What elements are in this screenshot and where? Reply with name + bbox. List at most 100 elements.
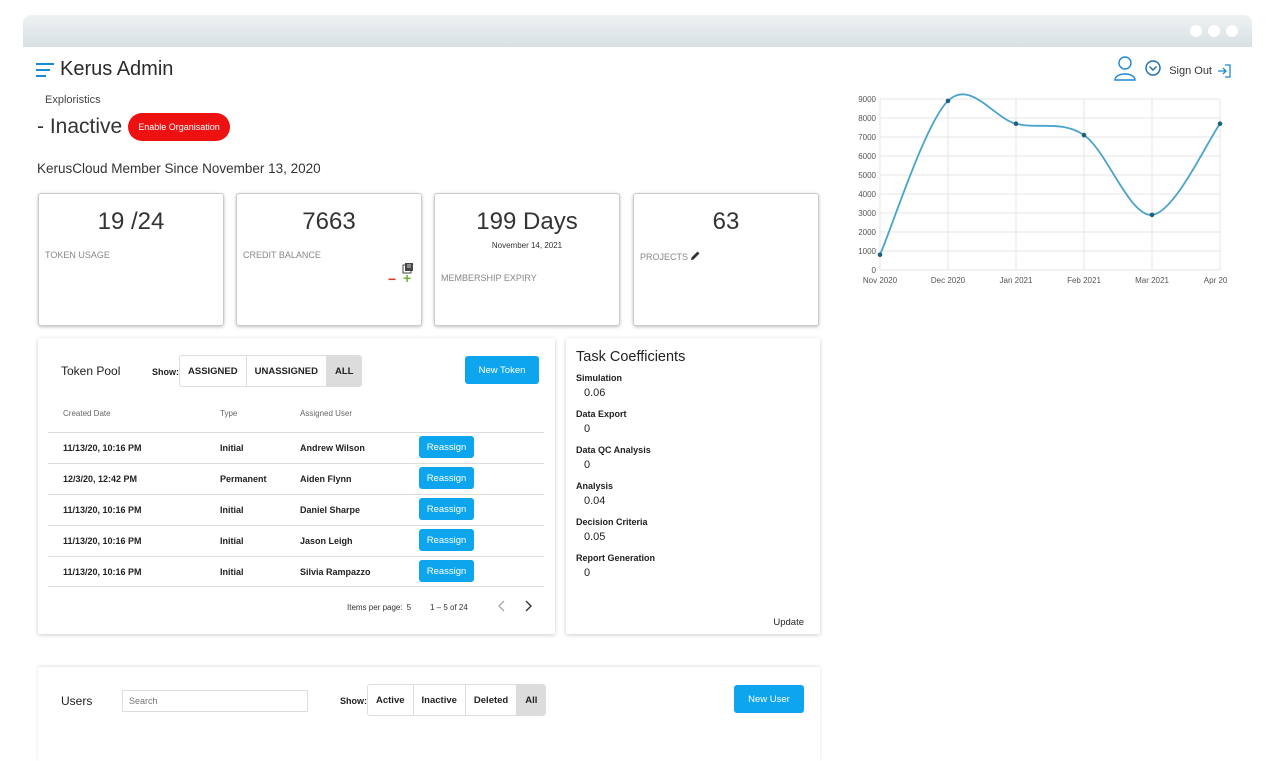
membership-date: November 14, 2021 — [491, 241, 563, 250]
users-title: Users — [61, 694, 93, 708]
table-row: 11/13/20, 10:16 PM Initial Silvia Rampaz… — [48, 556, 544, 587]
coef-name: Simulation — [576, 373, 623, 383]
coef-name: Report Generation — [576, 553, 656, 563]
membership-expiry-label: MEMBERSHIP EXPIRY — [441, 273, 537, 283]
filter-deleted[interactable]: Deleted — [466, 685, 518, 715]
users-panel: Users Show: Active Inactive Deleted All … — [38, 667, 820, 761]
coef-value[interactable]: 0.06 — [584, 387, 820, 399]
next-page-icon[interactable] — [522, 599, 534, 618]
credit-balance-card: 7663 CREDIT BALANCE − + — [236, 193, 422, 326]
filter-all[interactable]: ALL — [326, 356, 362, 386]
cell-date: 12/3/20, 12:42 PM — [63, 474, 138, 484]
plus-button[interactable]: + — [403, 270, 411, 286]
status-text: - Inactive — [37, 115, 123, 138]
paginator-range: 1 – 5 of 24 — [430, 603, 468, 612]
paginator-page-size: Items per page: 5 — [347, 603, 411, 612]
y-tick-label: 7000 — [858, 133, 876, 142]
cell-type: Initial — [220, 505, 244, 515]
table-row: 11/13/20, 10:16 PM Initial Jason Leigh R… — [48, 525, 544, 556]
app-title: Kerus Admin — [60, 58, 174, 80]
cell-date: 11/13/20, 10:16 PM — [63, 443, 142, 453]
new-token-button[interactable]: New Token — [465, 356, 539, 384]
cell-user: Andrew Wilson — [300, 443, 365, 453]
cell-user: Silvia Rampazzo — [300, 567, 371, 577]
projects-label-row: PROJECTS — [640, 250, 701, 263]
token-usage-card: 19 /24 TOKEN USAGE — [38, 193, 224, 326]
x-tick-label: Feb 2021 — [1067, 276, 1101, 285]
sign-out-label: Sign Out — [1169, 64, 1212, 77]
table-row: 11/13/20, 10:16 PM Initial Daniel Sharpe… — [48, 494, 544, 525]
token-usage-label: TOKEN USAGE — [45, 250, 110, 260]
cell-user: Aiden Flynn — [300, 474, 352, 484]
reassign-button[interactable]: Reassign — [419, 560, 474, 582]
org-status: - Inactive Enable Organisation — [37, 113, 230, 141]
reassign-button[interactable]: Reassign — [419, 529, 474, 551]
token-pool-panel: Token Pool Show: ASSIGNED UNASSIGNED ALL… — [38, 338, 555, 634]
avatar-icon[interactable] — [1113, 55, 1137, 86]
credit-balance-label: CREDIT BALANCE — [243, 250, 321, 260]
users-show-label: Show: — [340, 696, 367, 706]
column-created-date[interactable]: Created Date — [63, 409, 111, 418]
cell-date: 11/13/20, 10:16 PM — [63, 567, 142, 577]
cell-type: Permanent — [220, 474, 267, 484]
data-point — [1149, 212, 1155, 218]
reassign-button[interactable]: Reassign — [419, 436, 474, 458]
filter-unassigned[interactable]: UNASSIGNED — [247, 356, 327, 386]
filter-all-users[interactable]: All — [517, 685, 546, 715]
prev-page-icon[interactable] — [496, 599, 508, 618]
browser-chrome — [23, 15, 1252, 47]
y-tick-label: 4000 — [858, 190, 876, 199]
users-filter-group: Active Inactive Deleted All — [367, 684, 547, 716]
coef-value[interactable]: 0.04 — [584, 495, 820, 507]
filter-active[interactable]: Active — [368, 685, 414, 715]
data-point — [877, 252, 883, 258]
items-per-page-label: Items per page: — [347, 603, 403, 612]
sign-out-button[interactable]: Sign Out — [1169, 63, 1232, 79]
y-tick-label: 8000 — [858, 114, 876, 123]
window-dots — [1190, 25, 1238, 37]
cell-date: 11/13/20, 10:16 PM — [63, 536, 142, 546]
users-search-input[interactable] — [122, 690, 308, 712]
membership-days-value: 199 Days — [476, 208, 578, 235]
coef-name: Data Export — [576, 409, 627, 419]
membership-expiry-card: 199 Days November 14, 2021 MEMBERSHIP EX… — [434, 193, 620, 326]
projects-value: 63 — [712, 208, 740, 235]
column-assigned-user[interactable]: Assigned User — [300, 409, 352, 418]
token-filter-group: ASSIGNED UNASSIGNED ALL — [179, 355, 363, 387]
y-tick-label: 6000 — [858, 152, 876, 161]
y-tick-label: 1000 — [858, 247, 876, 256]
coef-name: Data QC Analysis — [576, 445, 651, 455]
table-row: 12/3/20, 12:42 PM Permanent Aiden Flynn … — [48, 463, 544, 494]
coef-value[interactable]: 0 — [584, 459, 820, 471]
chevron-down-icon[interactable] — [1145, 60, 1161, 81]
coef-value[interactable]: 0 — [584, 423, 820, 435]
header-actions: Sign Out — [1113, 55, 1232, 86]
coefficients-title: Task Coefficients — [576, 349, 686, 365]
x-tick-label: Nov 2020 — [863, 276, 898, 285]
menu-icon[interactable] — [36, 63, 54, 77]
cell-type: Initial — [220, 567, 244, 577]
update-button[interactable]: Update — [773, 617, 804, 628]
x-tick-label: Apr 2021 — [1204, 276, 1228, 285]
filter-inactive[interactable]: Inactive — [414, 685, 466, 715]
token-pool-title: Token Pool — [61, 364, 121, 378]
task-coefficients-panel: Task Coefficients Simulation 0.06 Data E… — [566, 338, 820, 634]
filter-assigned[interactable]: ASSIGNED — [180, 356, 247, 386]
enable-organisation-button[interactable]: Enable Organisation — [128, 113, 230, 141]
reassign-button[interactable]: Reassign — [419, 498, 474, 520]
pencil-icon[interactable] — [690, 250, 701, 263]
coef-value[interactable]: 0.05 — [584, 531, 820, 543]
reassign-button[interactable]: Reassign — [419, 467, 474, 489]
data-point — [1013, 121, 1019, 126]
credit-balance-value: 7663 — [302, 208, 356, 235]
sign-out-icon — [1218, 63, 1231, 78]
items-per-page-select[interactable]: 5 — [407, 603, 411, 612]
x-tick-label: Dec 2020 — [931, 276, 966, 285]
minus-button[interactable]: − — [388, 271, 396, 287]
projects-card: 63 PROJECTS — [633, 193, 819, 326]
coef-value[interactable]: 0 — [584, 567, 820, 579]
cell-user: Jason Leigh — [300, 536, 353, 546]
new-user-button[interactable]: New User — [734, 685, 804, 713]
column-type[interactable]: Type — [220, 409, 237, 418]
table-row: 11/13/20, 10:16 PM Initial Andrew Wilson… — [48, 432, 544, 463]
